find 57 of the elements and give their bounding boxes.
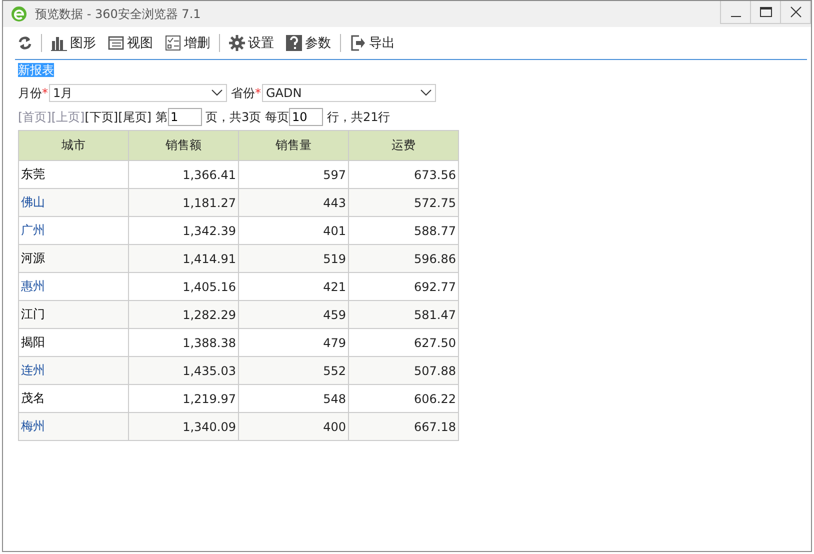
chart-tool-button[interactable]: 图形 xyxy=(48,34,99,52)
params-tool-button[interactable]: 参数 xyxy=(283,34,334,52)
refresh-icon xyxy=(18,35,32,51)
export-tool-button[interactable]: 导出 xyxy=(347,34,398,52)
column-header: 运费 xyxy=(348,130,458,160)
page-number-field[interactable]: 1 xyxy=(168,108,202,126)
chevron-down-icon xyxy=(211,89,223,97)
question-mark-icon xyxy=(286,35,302,51)
table-cell: 552 xyxy=(238,356,348,384)
column-header: 销售量 xyxy=(238,130,348,160)
column-header: 城市 xyxy=(18,130,128,160)
column-header: 销售额 xyxy=(128,130,238,160)
export-icon xyxy=(350,35,366,51)
table-cell: 佛山 xyxy=(18,188,128,216)
settings-tool-button[interactable]: 设置 xyxy=(226,34,277,52)
settings-icon xyxy=(229,35,245,51)
pager-link[interactable]: [尾页] xyxy=(118,108,152,126)
table-cell: 572.75 xyxy=(348,188,458,216)
filter-label: 省份 xyxy=(231,84,255,102)
table-cell: 河源 xyxy=(18,244,128,272)
browser-logo-icon xyxy=(11,6,27,22)
table-cell: 连州 xyxy=(18,356,128,384)
table-cell: 1,435.03 xyxy=(128,356,238,384)
edit-tool-button[interactable]: 增删 xyxy=(162,34,213,52)
checklist-icon xyxy=(165,35,181,51)
table-cell: 519 xyxy=(238,244,348,272)
table-cell: 443 xyxy=(238,188,348,216)
close-icon xyxy=(790,6,802,18)
chevron-down-icon xyxy=(420,89,432,97)
window-icon xyxy=(108,35,124,51)
window-title: 预览数据 - 360安全浏览器 7.1 xyxy=(35,6,202,22)
table-cell: 459 xyxy=(238,300,348,328)
filter-label: 月份 xyxy=(18,84,42,102)
pager-text: 第 xyxy=(156,108,168,126)
filter-dropdown[interactable]: GADN xyxy=(262,84,436,102)
table-cell: 1,282.29 xyxy=(128,300,238,328)
view-tool-button[interactable]: 视图 xyxy=(105,34,156,52)
required-mark: * xyxy=(255,86,261,100)
pager-text: 行，共21行 xyxy=(326,108,390,126)
rows-per-page-field[interactable]: 10 xyxy=(288,108,323,126)
report-title: 新报表 xyxy=(18,63,54,77)
pager-link[interactable]: [下页] xyxy=(84,108,118,126)
pager-text: 页，共3页 每页 xyxy=(206,108,289,126)
bar-chart-icon xyxy=(51,35,67,51)
table-cell: 667.18 xyxy=(348,412,458,440)
table-cell: 596.86 xyxy=(348,244,458,272)
table-cell: 507.88 xyxy=(348,356,458,384)
table-cell: 1,340.09 xyxy=(128,412,238,440)
table-cell: 581.47 xyxy=(348,300,458,328)
table-cell: 1,181.27 xyxy=(128,188,238,216)
table-cell: 梅州 xyxy=(18,412,128,440)
table-cell: 400 xyxy=(238,412,348,440)
table-cell: 1,414.91 xyxy=(128,244,238,272)
table-cell: 江门 xyxy=(18,300,128,328)
filter-dropdown[interactable]: 1月 xyxy=(49,84,227,102)
maximize-icon xyxy=(758,6,772,18)
required-mark: * xyxy=(42,86,48,100)
